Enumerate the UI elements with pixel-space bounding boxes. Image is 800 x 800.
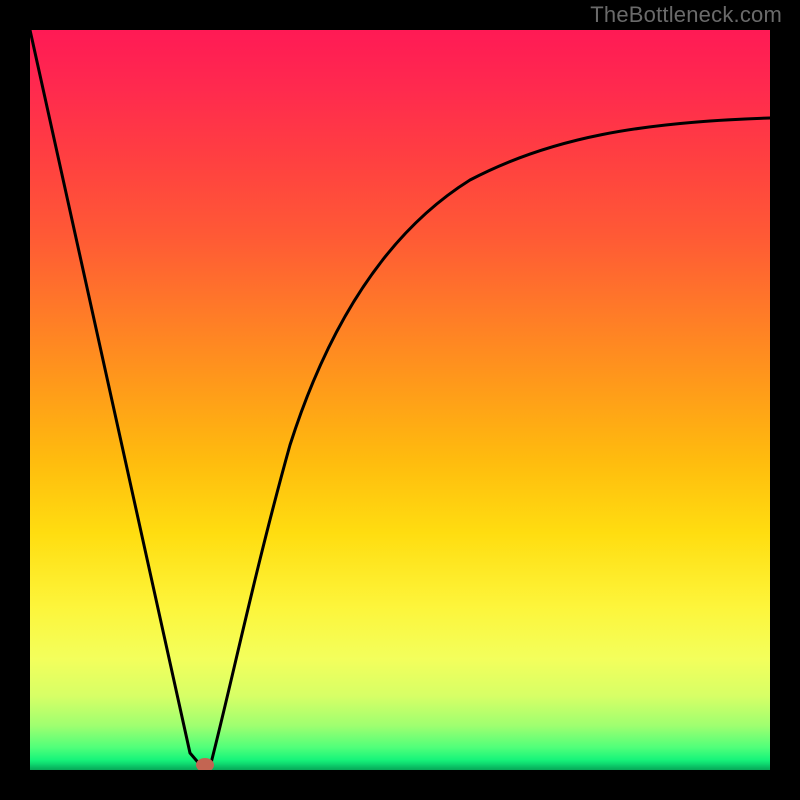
chart-frame: TheBottleneck.com (0, 0, 800, 800)
curve-right-branch (210, 118, 770, 767)
curve-left-branch (30, 30, 210, 767)
plot-area (30, 30, 770, 770)
optimal-point-marker (196, 758, 214, 770)
bottleneck-curve (30, 30, 770, 770)
watermark-text: TheBottleneck.com (590, 2, 782, 28)
